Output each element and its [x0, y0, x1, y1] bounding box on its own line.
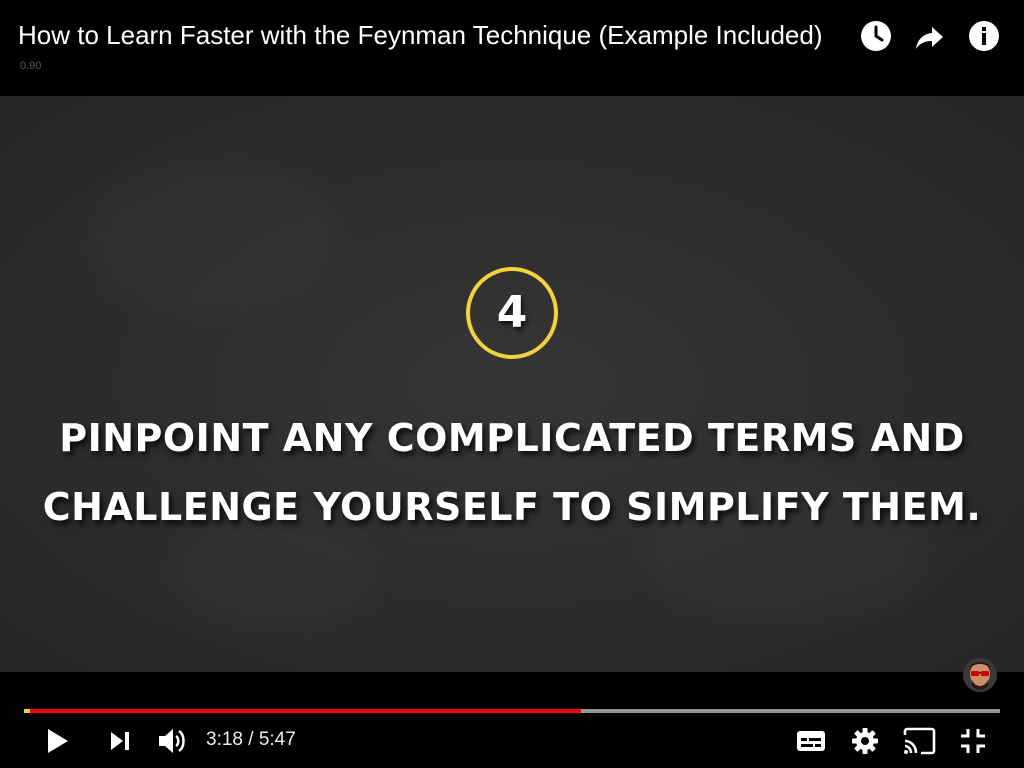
headline-line-2: CHALLENGE YOURSELF TO SIMPLIFY THEM.: [42, 485, 982, 529]
clock-icon: [861, 21, 891, 51]
time-display: 3:18 / 5:47: [206, 729, 296, 750]
volume-icon: [159, 729, 185, 753]
step-number: 4: [496, 287, 528, 338]
headline-line-1: PINPOINT ANY COMPLICATED TERMS AND: [59, 416, 965, 460]
share-arrow-icon: [916, 27, 943, 49]
info-icon: [969, 21, 999, 51]
play-button[interactable]: [40, 722, 76, 760]
watch-later-button[interactable]: [858, 18, 894, 54]
subtitles-icon: [797, 731, 825, 751]
chalkboard-texture: [80, 156, 340, 316]
settings-button[interactable]: [846, 722, 884, 760]
chalkboard-texture: [160, 516, 380, 636]
video-title[interactable]: How to Learn Faster with the Feynman Tec…: [18, 18, 823, 52]
info-button[interactable]: [966, 18, 1002, 54]
exit-fullscreen-icon: [961, 729, 985, 753]
subtitles-button[interactable]: [792, 722, 830, 760]
progress-played: [24, 709, 582, 713]
avatar-image: [963, 658, 997, 692]
cast-button[interactable]: [900, 722, 938, 760]
share-button[interactable]: [912, 18, 948, 54]
debug-label: 0.90: [20, 60, 42, 72]
progress-bar[interactable]: [24, 709, 1000, 713]
channel-avatar[interactable]: [963, 658, 997, 692]
play-icon: [48, 729, 68, 753]
exit-fullscreen-button[interactable]: [954, 722, 992, 760]
gear-icon: [852, 728, 878, 754]
next-icon: [111, 732, 129, 750]
volume-button[interactable]: [154, 722, 190, 760]
next-button[interactable]: [102, 722, 138, 760]
top-bar: How to Learn Faster with the Feynman Tec…: [0, 0, 1024, 96]
step-number-badge: 4: [466, 267, 558, 359]
video-frame[interactable]: 4 PINPOINT ANY COMPLICATED TERMS AND CHA…: [0, 96, 1024, 672]
progress-chapter-marker: [24, 709, 30, 713]
cast-icon: [903, 727, 936, 755]
video-player[interactable]: How to Learn Faster with the Feynman Tec…: [0, 0, 1024, 768]
